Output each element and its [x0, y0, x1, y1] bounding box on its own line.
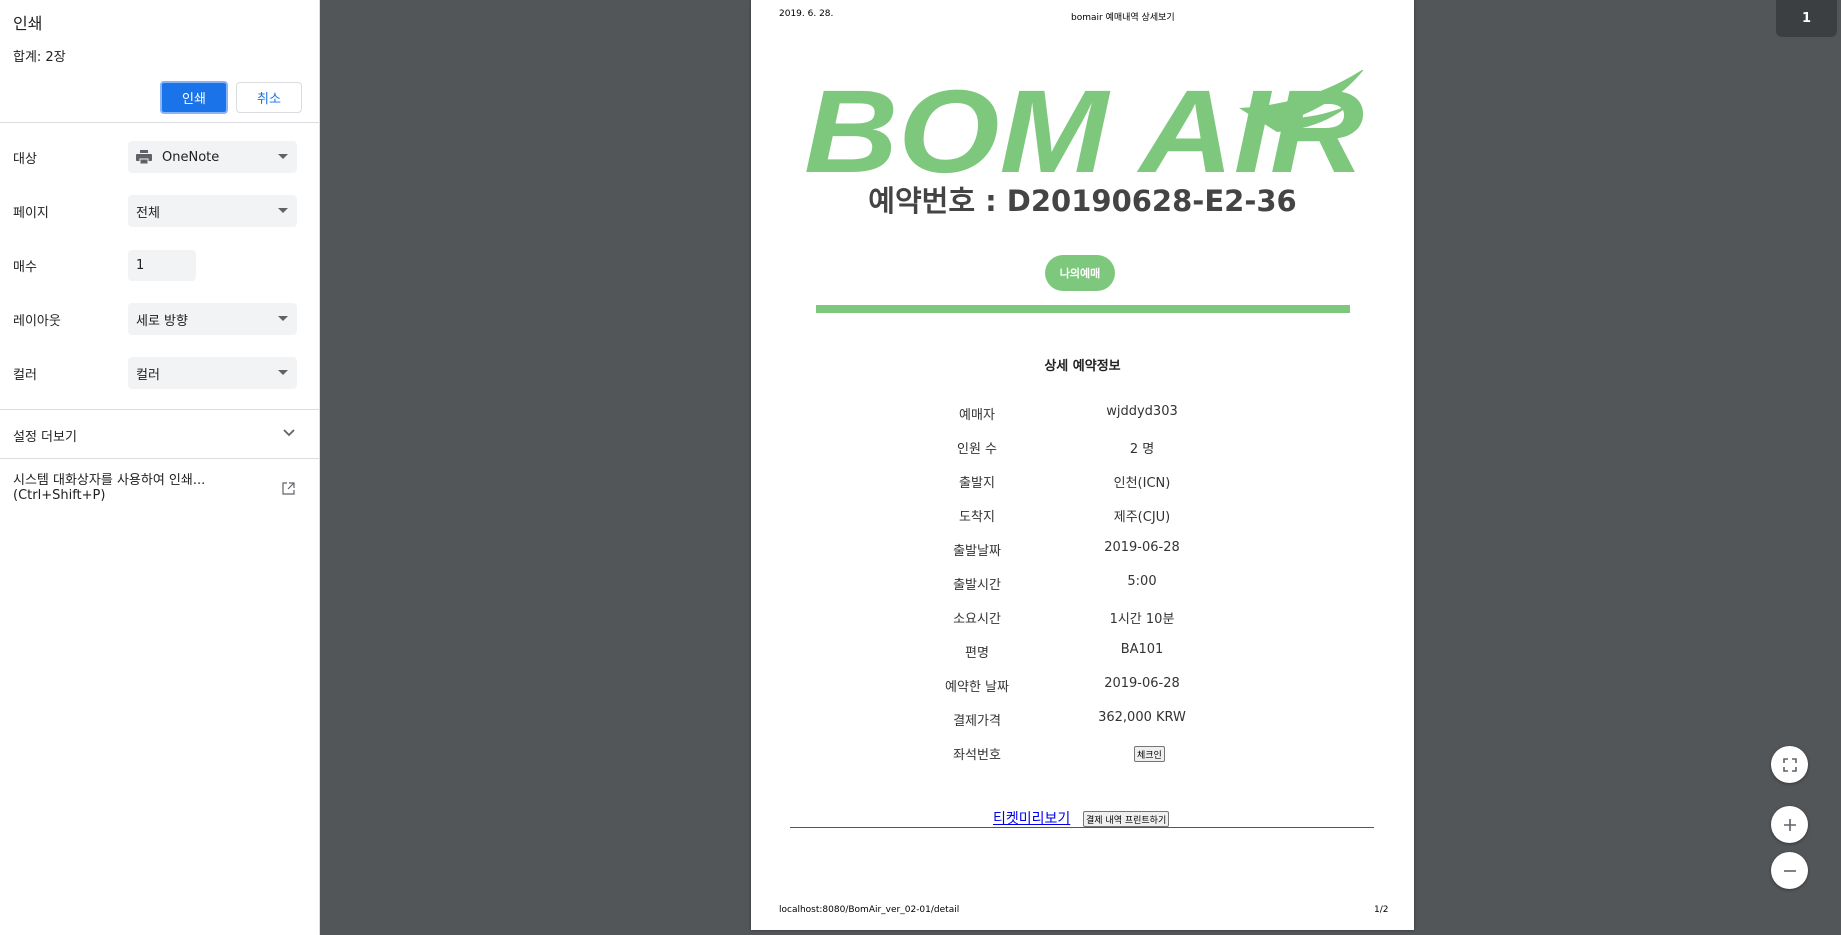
info-row: 편명 BA101 [751, 642, 1414, 662]
system-dialog-shortcut: (Ctrl+Shift+P) [13, 488, 106, 503]
info-value: 1시간 10분 [1109, 612, 1175, 627]
info-value: 인천(ICN) [1113, 476, 1171, 491]
info-key: 결제가격 [953, 714, 1001, 729]
pages-select[interactable]: 전체 [128, 195, 297, 227]
info-value: 2019-06-28 [1104, 540, 1180, 555]
system-dialog-text: 시스템 대화상자를 사용하여 인쇄... [13, 473, 206, 488]
info-key: 좌석번호 [953, 748, 1001, 763]
info-row: 출발날짜 2019-06-28 [751, 540, 1414, 560]
info-key: 도착지 [959, 510, 995, 525]
print-history-button[interactable]: 결제 내역 프린트하기 [1083, 811, 1170, 827]
open-in-new-icon[interactable] [282, 482, 295, 495]
more-settings-toggle[interactable]: 설정 더보기 [0, 420, 320, 450]
info-row: 예매자 wjddyd303 [751, 404, 1414, 424]
zoom-in-icon [1783, 818, 1796, 831]
print-button[interactable]: 인쇄 [160, 81, 228, 114]
print-settings-panel: 인쇄 합계: 2장 인쇄 취소 대상 OneNote 페이지 전체 매수 레이아… [0, 0, 320, 935]
destination-select[interactable]: OneNote [128, 141, 297, 173]
info-row: 인원 수 2 명 [751, 438, 1414, 458]
color-select[interactable]: 컬러 [128, 357, 297, 389]
layout-select[interactable]: 세로 방향 [128, 303, 297, 335]
header-title: bomair 예매내역 상세보기 [1071, 13, 1175, 23]
destination-label: 대상 [13, 152, 37, 167]
divider [0, 409, 320, 410]
zoom-in-button[interactable] [1771, 806, 1808, 843]
printer-icon [136, 150, 152, 164]
footer-url: localhost:8080/BomAir_ver_02-01/detail [779, 905, 960, 915]
detail-title: 상세 예약정보 [1044, 359, 1121, 374]
reservation-number: 예약번호 : D20190628-E2-36 [868, 184, 1297, 218]
divider [0, 458, 320, 459]
info-key: 예약한 날짜 [945, 680, 1009, 695]
page-preview: 2019. 6. 28. bomair 예매내역 상세보기 BOM AIR 예약… [751, 0, 1414, 930]
color-value: 컬러 [136, 367, 160, 383]
info-key: 출발지 [959, 476, 995, 491]
info-value: 362,000 KRW [1098, 710, 1186, 725]
more-settings-label: 설정 더보기 [13, 430, 77, 445]
system-dialog-link[interactable]: 시스템 대화상자를 사용하여 인쇄... (Ctrl+Shift+P) [13, 473, 273, 503]
zoom-out-icon [1783, 869, 1796, 872]
info-value: 제주(CJU) [1113, 510, 1171, 525]
chevron-down-icon [278, 316, 288, 321]
svg-text:BOM AIR: BOM AIR [804, 70, 1364, 180]
chevron-down-icon [278, 208, 288, 213]
info-row: 출발시간 5:00 [751, 574, 1414, 594]
green-divider-bar [816, 305, 1350, 313]
header-date: 2019. 6. 28. [779, 9, 834, 19]
info-value: 5:00 [1127, 574, 1157, 589]
info-key: 편명 [965, 646, 989, 661]
bottom-divider [790, 827, 1374, 828]
info-key: 출발시간 [953, 578, 1001, 593]
info-key: 예매자 [959, 408, 995, 423]
panel-title: 인쇄 [13, 14, 43, 33]
info-value: wjddyd303 [1106, 404, 1178, 419]
bom-air-logo: BOM AIR [804, 70, 1364, 180]
chevron-down-icon [283, 429, 295, 437]
ticket-preview-link[interactable]: 티켓미리보기 [993, 808, 1070, 828]
my-reservation-button[interactable]: 나의예매 [1045, 255, 1115, 291]
layout-label: 레이아웃 [13, 314, 61, 329]
info-row: 도착지 제주(CJU) [751, 506, 1414, 526]
copies-input[interactable] [128, 250, 196, 281]
info-value: 2 명 [1129, 442, 1155, 457]
info-value: 2019-06-28 [1104, 676, 1180, 691]
info-key: 출발날짜 [953, 544, 1001, 559]
zoom-out-button[interactable] [1771, 852, 1808, 889]
fit-to-page-button[interactable] [1771, 746, 1808, 783]
info-row: 결제가격 362,000 KRW [751, 710, 1414, 730]
pages-label: 페이지 [13, 206, 49, 221]
color-label: 컬러 [13, 368, 37, 383]
copies-label: 매수 [13, 260, 37, 275]
pages-value: 전체 [136, 205, 160, 221]
divider [0, 122, 320, 123]
layout-value: 세로 방향 [136, 313, 188, 329]
sheet-total: 합계: 2장 [13, 50, 66, 65]
fit-to-page-icon [1782, 757, 1797, 772]
info-row: 출발지 인천(ICN) [751, 472, 1414, 492]
info-value: BA101 [1120, 642, 1164, 657]
info-row: 예약한 날짜 2019-06-28 [751, 676, 1414, 696]
chevron-down-icon [278, 154, 288, 159]
footer-page-number: 1/2 [1374, 905, 1389, 915]
destination-value: OneNote [162, 149, 220, 165]
info-key: 인원 수 [956, 442, 997, 457]
cancel-button[interactable]: 취소 [236, 82, 302, 113]
info-row: 소요시간 1시간 10분 [751, 608, 1414, 628]
info-row: 좌석번호 [751, 744, 1414, 764]
info-key: 소요시간 [953, 612, 1001, 627]
page-number-badge: 1 [1776, 0, 1837, 37]
checkin-button[interactable]: 체크인 [1134, 746, 1165, 762]
chevron-down-icon [278, 370, 288, 375]
